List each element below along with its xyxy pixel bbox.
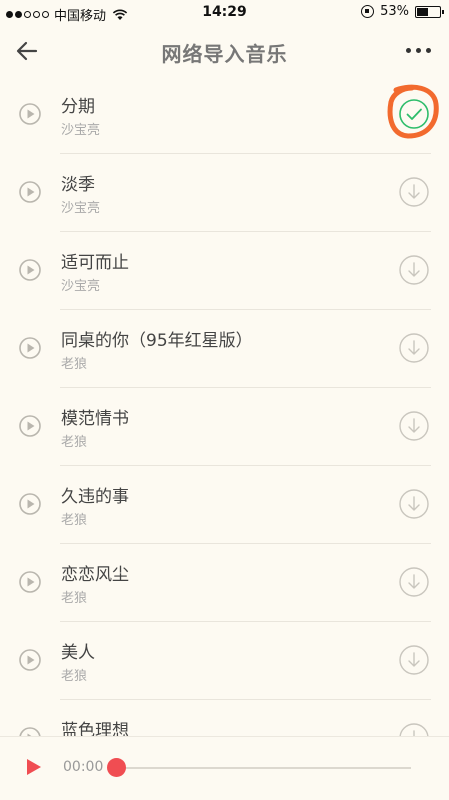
song-artist: 老狼 <box>61 591 88 606</box>
nav-bar: 网络导入音乐 <box>0 26 449 76</box>
download-icon[interactable] <box>398 254 430 286</box>
status-right: 53% <box>361 4 444 19</box>
play-circle-icon[interactable] <box>19 259 41 281</box>
song-title: 淡季 <box>61 175 95 195</box>
page-title: 网络导入音乐 <box>161 42 288 66</box>
mini-player: 00:00 <box>0 736 449 800</box>
playback-time: 00:00 <box>63 759 104 775</box>
song-artist: 沙宝亮 <box>61 123 101 138</box>
play-circle-icon[interactable] <box>19 571 41 593</box>
downloaded-check-icon[interactable] <box>387 84 439 139</box>
song-title: 恋恋风尘 <box>61 565 129 585</box>
song-row[interactable]: 适可而止 沙宝亮 <box>0 232 449 310</box>
battery-percent: 53% <box>380 4 409 19</box>
song-row[interactable]: 淡季 沙宝亮 <box>0 154 449 232</box>
song-row[interactable]: 恋恋风尘 老狼 <box>0 544 449 622</box>
play-circle-icon[interactable] <box>19 181 41 203</box>
song-title: 分期 <box>61 97 95 117</box>
download-icon[interactable] <box>398 332 430 364</box>
song-title: 适可而止 <box>61 253 129 273</box>
song-title: 同桌的你（95年红星版） <box>61 331 253 351</box>
song-artist: 老狼 <box>61 435 88 450</box>
status-bar: 中国移动 14:29 53% <box>0 0 449 26</box>
download-icon[interactable] <box>398 488 430 520</box>
song-row[interactable]: 蓝色理想 <box>0 700 449 736</box>
song-row[interactable]: 久违的事 老狼 <box>0 466 449 544</box>
song-list: 分期 沙宝亮 淡季 沙宝亮 适可而止 沙宝亮 同桌的你（95年红星版） 老狼 模范情书 老狼 久违的… <box>0 76 449 736</box>
song-artist: 老狼 <box>61 513 88 528</box>
song-title: 美人 <box>61 643 95 663</box>
song-artist: 沙宝亮 <box>61 279 101 294</box>
song-title: 模范情书 <box>61 409 129 429</box>
play-button[interactable] <box>26 758 42 776</box>
song-row[interactable]: 美人 老狼 <box>0 622 449 700</box>
song-title: 久违的事 <box>61 487 129 507</box>
song-artist: 沙宝亮 <box>61 201 101 216</box>
download-icon[interactable] <box>398 410 430 442</box>
song-row[interactable]: 模范情书 老狼 <box>0 388 449 466</box>
play-circle-icon[interactable] <box>19 493 41 515</box>
song-row[interactable]: 同桌的你（95年红星版） 老狼 <box>0 310 449 388</box>
play-circle-icon[interactable] <box>19 649 41 671</box>
song-row[interactable]: 分期 沙宝亮 <box>0 76 449 154</box>
download-icon[interactable] <box>398 566 430 598</box>
more-options-icon[interactable] <box>406 48 431 53</box>
song-artist: 老狼 <box>61 669 88 684</box>
download-icon[interactable] <box>398 176 430 208</box>
download-icon[interactable] <box>398 722 430 736</box>
progress-thumb[interactable] <box>107 758 126 777</box>
progress-track[interactable] <box>108 767 411 769</box>
song-title: 蓝色理想 <box>61 721 129 736</box>
battery-icon <box>415 5 444 18</box>
play-circle-icon[interactable] <box>19 415 41 437</box>
play-circle-icon[interactable] <box>19 337 41 359</box>
song-artist: 老狼 <box>61 357 88 372</box>
play-circle-icon[interactable] <box>19 727 41 736</box>
rotation-lock-icon <box>361 5 375 18</box>
download-icon[interactable] <box>398 644 430 676</box>
play-circle-icon[interactable] <box>19 103 41 125</box>
